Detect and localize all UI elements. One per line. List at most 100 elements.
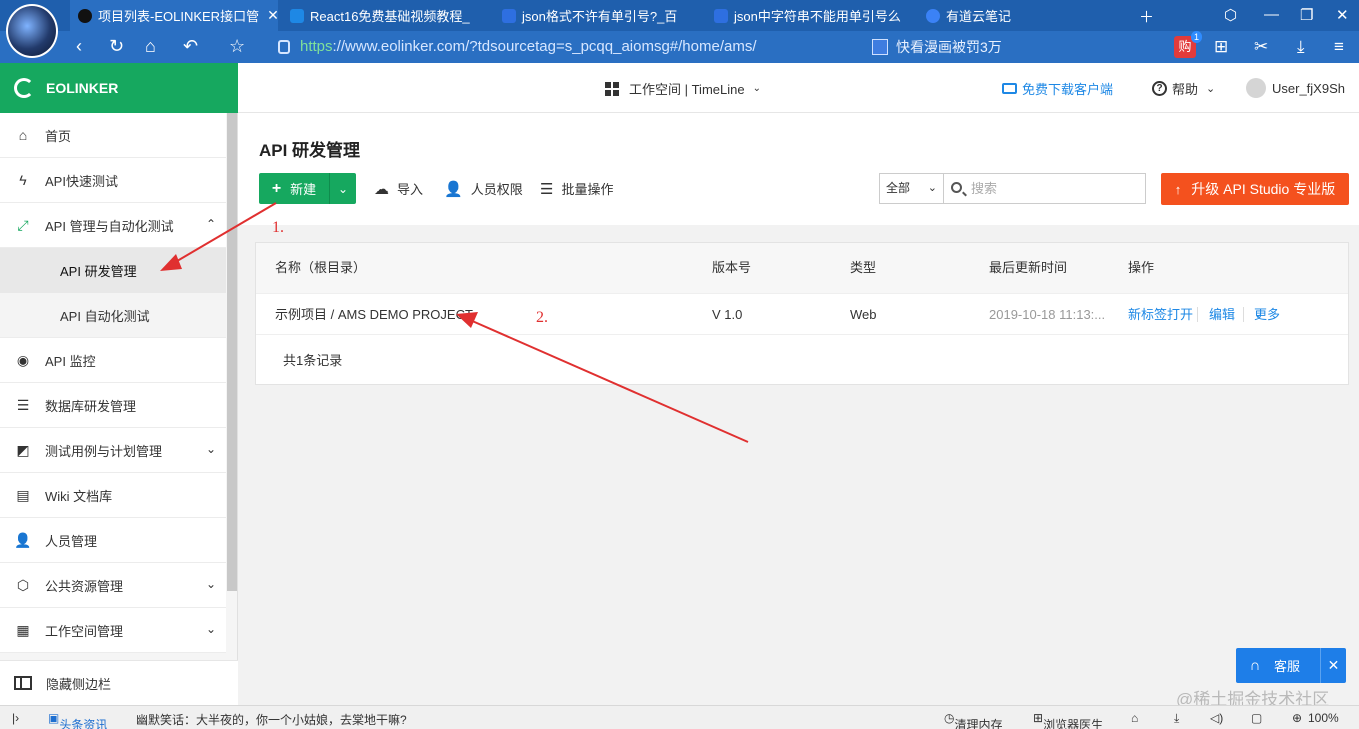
- skin-icon[interactable]: ⬡: [1224, 6, 1237, 24]
- shopping-icon[interactable]: 购1: [1174, 31, 1202, 58]
- browser-search-field[interactable]: 快看漫画被罚3万: [866, 34, 1158, 60]
- news-ticker[interactable]: 幽默笑话：大半夜的，你一个小姑娘，去棠地干嘛?: [136, 711, 407, 728]
- chevron-down-icon: ⌄: [752, 83, 761, 94]
- column-header-name: 名称（根目录）: [275, 260, 367, 275]
- undo-icon[interactable]: ↶: [183, 37, 198, 55]
- project-table: 名称（根目录） 版本号 类型 最后更新时间 操作 示例项目 / AMS DEMO…: [255, 242, 1349, 385]
- app-header: 工作空间 | TimeLine ⌄ 免费下载客户端 ? 帮助 ⌄ User_fj…: [238, 63, 1359, 113]
- refresh-icon[interactable]: ↻: [109, 37, 124, 55]
- sidebar-item-label: 公共资源管理: [45, 578, 124, 594]
- home-icon[interactable]: ⌂: [145, 37, 156, 55]
- username: User_fjX9Sh: [1272, 80, 1345, 96]
- volume-icon[interactable]: ◁): [1210, 711, 1223, 725]
- brand-bar[interactable]: EOLINKER: [0, 63, 238, 113]
- bolt-icon: ϟ: [19, 172, 27, 188]
- close-icon[interactable]: ✕: [1320, 648, 1346, 683]
- cube-icon: ⬡: [16, 576, 30, 593]
- sidebar-subitem-api-dev[interactable]: API 研发管理: [0, 248, 226, 293]
- screen-icon[interactable]: ▢: [1251, 711, 1262, 725]
- hide-sidebar-label: 隐藏侧边栏: [46, 676, 112, 692]
- news-link[interactable]: ▣ 头条资讯: [48, 711, 107, 729]
- batch-operation-button[interactable]: ☰ 批量操作: [540, 179, 613, 198]
- hide-sidebar-button[interactable]: 隐藏侧边栏: [0, 660, 238, 705]
- url-field[interactable]: https://www.eolinker.com/?tdsourcetag=s_…: [270, 34, 862, 60]
- monitor-pin-icon: ◉: [16, 351, 30, 368]
- scope-select[interactable]: 全部 ⌄: [879, 173, 944, 204]
- youdao-favicon-icon: [926, 8, 940, 23]
- download-icon[interactable]: ⤓: [1297, 37, 1305, 57]
- new-button[interactable]: + 新建: [259, 173, 330, 204]
- browser-avatar-logo[interactable]: [6, 4, 58, 58]
- network-icon[interactable]: ⌂: [1131, 711, 1138, 725]
- new-dropdown-button[interactable]: ⌄: [330, 182, 356, 196]
- zoom-icon[interactable]: ⊕: [1292, 711, 1302, 725]
- chevron-up-icon: ⌃: [205, 217, 216, 231]
- sidebar-item-label: 数据库研发管理: [45, 398, 137, 414]
- search-input[interactable]: 搜索: [944, 173, 1146, 204]
- project-type: Web: [850, 307, 877, 322]
- search-icon: [951, 182, 962, 193]
- minimize-icon[interactable]: —: [1264, 6, 1279, 23]
- sidebar-item-public-resources[interactable]: ⬡ 公共资源管理 ⌄: [0, 563, 226, 608]
- browser-tab-youdao[interactable]: 有道云笔记: [918, 0, 1126, 31]
- sidebar-item-people[interactable]: 👤 人员管理: [0, 518, 226, 563]
- scissors-icon[interactable]: ✂: [1254, 37, 1268, 57]
- browser-doctor-button[interactable]: ⊞ 浏览器医生: [1033, 711, 1103, 729]
- apps-icon[interactable]: ⊞: [1214, 37, 1228, 57]
- sidebar-expand-icon[interactable]: |›: [12, 711, 19, 725]
- new-tab-icon[interactable]: ＋: [1139, 6, 1154, 27]
- batch-label: 批量操作: [561, 182, 614, 197]
- menu-icon[interactable]: ≡: [1334, 37, 1344, 57]
- customer-service-widget[interactable]: ∩ 客服 ✕: [1236, 648, 1346, 683]
- table-row[interactable]: 示例项目 / AMS DEMO PROJECT V 1.0 Web 2019-1…: [256, 293, 1348, 335]
- sidebar-item-api-monitor[interactable]: ◉ API 监控: [0, 338, 226, 383]
- browser-tab-json1[interactable]: json格式不许有单引号?_百: [494, 0, 702, 31]
- arrow-up-icon: ↑: [1174, 181, 1182, 197]
- new-button-label: 新建: [290, 182, 317, 197]
- workspace-switcher[interactable]: 工作空间 | TimeLine ⌄: [605, 79, 761, 98]
- open-in-new-tab-link[interactable]: 新标签打开: [1128, 294, 1193, 336]
- help-menu[interactable]: ? 帮助 ⌄: [1152, 79, 1215, 98]
- sidebar-item-quick-test[interactable]: ϟ API快速测试: [0, 158, 226, 203]
- sidebar-item-wiki[interactable]: ▤ Wiki 文档库: [0, 473, 226, 518]
- column-header-type: 类型: [850, 260, 877, 275]
- download-icon[interactable]: ⤓: [1174, 711, 1179, 726]
- list-icon: ☰: [540, 180, 554, 198]
- window-close-icon[interactable]: ✕: [1336, 6, 1349, 24]
- browser-tab-json2[interactable]: json中字符串不能用单引号么: [706, 0, 914, 31]
- help-icon: ?: [1152, 81, 1167, 96]
- upgrade-button[interactable]: ↑ 升级 API Studio 专业版: [1161, 173, 1349, 205]
- browser-tab-react16[interactable]: React16免费基础视频教程_: [282, 0, 490, 31]
- annotation-label-1: 1.: [272, 219, 284, 236]
- back-icon[interactable]: ‹: [76, 37, 82, 55]
- restore-icon[interactable]: ❐: [1300, 6, 1313, 24]
- project-name[interactable]: 示例项目 / AMS DEMO PROJECT: [275, 294, 473, 336]
- user-menu[interactable]: User_fjX9Sh: [1246, 78, 1345, 98]
- browser-tab-eolinker[interactable]: 项目列表-EOLINKER接口管 ✕: [70, 0, 278, 31]
- sidebar-subitem-api-autotest[interactable]: API 自动化测试: [0, 293, 226, 338]
- tab-label: json中字符串不能用单引号么: [734, 9, 901, 24]
- chevron-down-icon: ⌄: [337, 181, 349, 196]
- download-client-link[interactable]: 免费下载客户端: [1002, 79, 1113, 98]
- zoom-level[interactable]: 100%: [1308, 711, 1339, 725]
- import-button[interactable]: ☁ 导入: [374, 179, 423, 198]
- column-header-updated: 最后更新时间: [989, 260, 1068, 275]
- sidebar-item-api-management[interactable]: ⤢ API 管理与自动化测试 ⌃: [0, 203, 226, 248]
- sidebar-item-database[interactable]: ☰ 数据库研发管理: [0, 383, 226, 428]
- divider: [1243, 307, 1244, 322]
- clean-memory-button[interactable]: ◷ 清理内存: [944, 711, 1003, 729]
- tab-label: 有道云笔记: [946, 9, 1012, 24]
- star-icon[interactable]: ☆: [229, 37, 245, 55]
- browser-doctor-label: 浏览器医生: [1043, 718, 1104, 729]
- sidebar-item-workspace-management[interactable]: ▦ 工作空间管理 ⌄: [0, 608, 226, 653]
- sidebar-item-test-cases[interactable]: ◩ 测试用例与计划管理 ⌄: [0, 428, 226, 473]
- sidebar-item-label: Wiki 文档库: [45, 488, 113, 504]
- sidebar-scrollbar[interactable]: [227, 113, 237, 591]
- edit-link[interactable]: 编辑: [1209, 294, 1235, 336]
- sidebar-item-home[interactable]: ⌂ 首页: [0, 113, 226, 158]
- help-label: 帮助: [1172, 82, 1199, 97]
- document-icon: ▤: [16, 486, 30, 503]
- shop-label: 购: [1178, 39, 1192, 54]
- permissions-button[interactable]: 👤 人员权限: [444, 179, 523, 198]
- close-icon[interactable]: ✕: [267, 7, 278, 24]
